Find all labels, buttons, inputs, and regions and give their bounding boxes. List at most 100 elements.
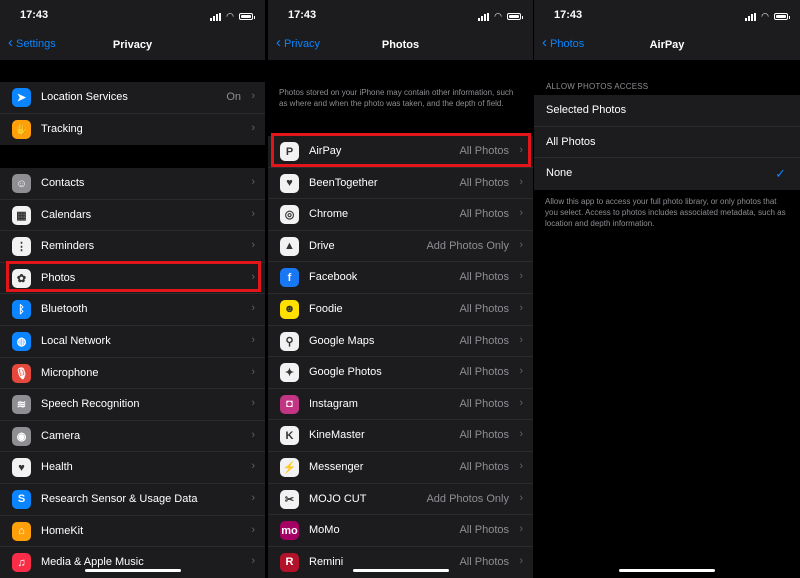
privacy-item-media-apple-music[interactable]: ♫ Media & Apple Music › [0, 547, 265, 578]
access-option-none-label: None [546, 167, 573, 180]
privacy-item-camera[interactable]: ◉ Camera › [0, 421, 265, 453]
wifi-icon: ◠ [761, 11, 769, 21]
app-row-foodie[interactable]: ☻ Foodie All Photos › [268, 294, 533, 326]
chevron-right-icon: › [251, 207, 255, 220]
app-row-instagram-value: All Photos [459, 397, 509, 410]
photos-flower-icon: ✿ [12, 268, 31, 288]
home-indicator [352, 569, 449, 572]
bluetooth-icon: ᛒ [12, 300, 31, 320]
privacy-item-reminders-label: Reminders [41, 240, 95, 253]
app-row-messenger[interactable]: ⚡ Messenger All Photos › [268, 452, 533, 484]
remini-icon: R [280, 552, 299, 572]
app-row-momo-label: MoMo [309, 524, 340, 537]
privacy-item-microphone-label: Microphone [41, 366, 99, 379]
chevron-right-icon: › [519, 428, 523, 441]
status-time: 17:43 [20, 9, 49, 21]
app-row-google-photos[interactable]: ✦ Google Photos All Photos › [268, 357, 533, 389]
privacy-item-contacts[interactable]: ☺ Contacts › [0, 168, 265, 200]
app-row-google-maps[interactable]: ⚲ Google Maps All Photos › [268, 326, 533, 358]
section-header: ALLOW PHOTOS ACCESS [546, 82, 649, 91]
messenger-icon: ⚡ [280, 457, 299, 477]
app-row-remini[interactable]: R Remini All Photos › [268, 547, 533, 578]
chevron-right-icon: › [251, 555, 255, 568]
app-row-chrome[interactable]: ◎ Chrome All Photos › [268, 199, 533, 231]
privacy-item-bluetooth[interactable]: ᛒ Bluetooth › [0, 294, 265, 326]
app-row-airpay-label: AirPay [309, 145, 342, 157]
privacy-item-research-sensor-usage-data[interactable]: S Research Sensor & Usage Data › [0, 484, 265, 516]
app-row-mojo-cut-value: Add Photos Only [426, 492, 509, 505]
chevron-right-icon: › [251, 491, 255, 504]
location-arrow-icon: ➤ [12, 88, 31, 107]
app-row-kinemaster-value: All Photos [459, 429, 509, 442]
home-indicator [619, 569, 715, 572]
page-title: Photos [381, 39, 420, 51]
app-row-instagram[interactable]: ◘ Instagram All Photos › [268, 389, 533, 421]
chevron-right-icon: › [519, 396, 523, 409]
app-row-drive[interactable]: ▲ Drive Add Photos Only › [268, 231, 533, 263]
chevron-right-icon: › [251, 239, 255, 252]
privacy-item-bluetooth-label: Bluetooth [41, 303, 88, 316]
mojo-cut-icon: ✂ [280, 489, 299, 509]
privacy-item-speech-recognition-label: Speech Recognition [41, 398, 140, 411]
tracking-icon: ✋ [12, 119, 31, 139]
app-row-messenger-value: All Photos [459, 460, 509, 473]
page-title: AirPay [649, 39, 685, 51]
app-row-remini-label: Remini [309, 555, 344, 568]
chevron-right-icon: › [251, 365, 255, 378]
app-row-foodie-value: All Photos [459, 302, 509, 315]
checkmark-icon: ✓ [775, 166, 786, 182]
chevron-right-icon: › [519, 459, 523, 472]
access-options-list: Selected Photos All Photos None ✓ [534, 95, 800, 190]
app-row-momo[interactable]: mo MoMo All Photos › [268, 515, 533, 547]
waveform-icon: ≋ [12, 395, 31, 415]
app-row-kinemaster[interactable]: K KineMaster All Photos › [268, 420, 533, 452]
privacy-item-photos[interactable]: ✿ Photos › [0, 263, 265, 295]
privacy-item-contacts-label: Contacts [41, 177, 85, 189]
privacy-item-local-network[interactable]: ◍ Local Network › [0, 326, 265, 358]
app-row-google-maps-value: All Photos [459, 334, 509, 347]
access-option-none[interactable]: None ✓ [534, 158, 800, 190]
app-row-foodie-label: Foodie [309, 302, 343, 315]
chevron-right-icon: › [251, 121, 255, 134]
app-row-airpay[interactable]: P AirPay All Photos › [268, 136, 533, 168]
airpay-app-icon: P [280, 142, 299, 161]
calendar-icon: ▦ [12, 205, 31, 225]
app-row-beentogether[interactable]: ♥ BeenTogether All Photos › [268, 168, 533, 200]
cellular-signal-icon [210, 12, 222, 21]
privacy-item-tracking[interactable]: ✋ Tracking › [0, 114, 265, 146]
app-row-google-photos-label: Google Photos [309, 366, 382, 379]
privacy-item-health[interactable]: ♥ Health › [0, 452, 265, 484]
app-row-facebook[interactable]: f Facebook All Photos › [268, 262, 533, 294]
contacts-icon: ☺ [12, 174, 31, 193]
chevron-right-icon: › [519, 207, 523, 220]
access-info-note: Allow this app to access your full photo… [545, 197, 786, 228]
privacy-item-calendars[interactable]: ▦ Calendars › [0, 200, 265, 232]
app-row-airpay-value: All Photos [459, 145, 509, 157]
instagram-icon: ◘ [280, 394, 299, 414]
chevron-right-icon: › [251, 90, 255, 102]
chevron-right-icon: › [519, 301, 523, 314]
access-option-all-photos[interactable]: All Photos [534, 127, 800, 159]
privacy-item-homekit[interactable]: ⌂ HomeKit › [0, 516, 265, 548]
chevron-right-icon: › [519, 333, 523, 346]
research-icon: S [12, 489, 31, 509]
app-row-mojo-cut[interactable]: ✂ MOJO CUT Add Photos Only › [268, 484, 533, 516]
privacy-item-location-services[interactable]: ➤ Location Services On › [0, 82, 265, 114]
chevron-right-icon: › [519, 270, 523, 283]
chevron-right-icon: › [251, 523, 255, 536]
foodie-icon: ☻ [280, 299, 299, 319]
battery-icon [239, 13, 255, 20]
privacy-item-reminders[interactable]: ⋮ Reminders › [0, 231, 265, 263]
chevron-right-icon: › [519, 175, 523, 188]
nav-bar: ‹ Privacy Photos [268, 30, 533, 60]
privacy-item-calendars-label: Calendars [41, 208, 92, 221]
privacy-item-microphone[interactable]: 🎙 Microphone › [0, 358, 265, 390]
apps-list: P AirPay All Photos › ♥ BeenTogether All Photo… [268, 136, 533, 578]
kinemaster-icon: K [280, 426, 299, 446]
chevron-right-icon: › [251, 333, 255, 346]
privacy-item-speech-recognition[interactable]: ≋ Speech Recognition › [0, 389, 265, 421]
heart-icon: ♥ [12, 458, 31, 478]
chevron-right-icon: › [519, 554, 523, 567]
access-option-selected-photos[interactable]: Selected Photos [534, 95, 800, 127]
home-icon: ⌂ [12, 521, 31, 541]
